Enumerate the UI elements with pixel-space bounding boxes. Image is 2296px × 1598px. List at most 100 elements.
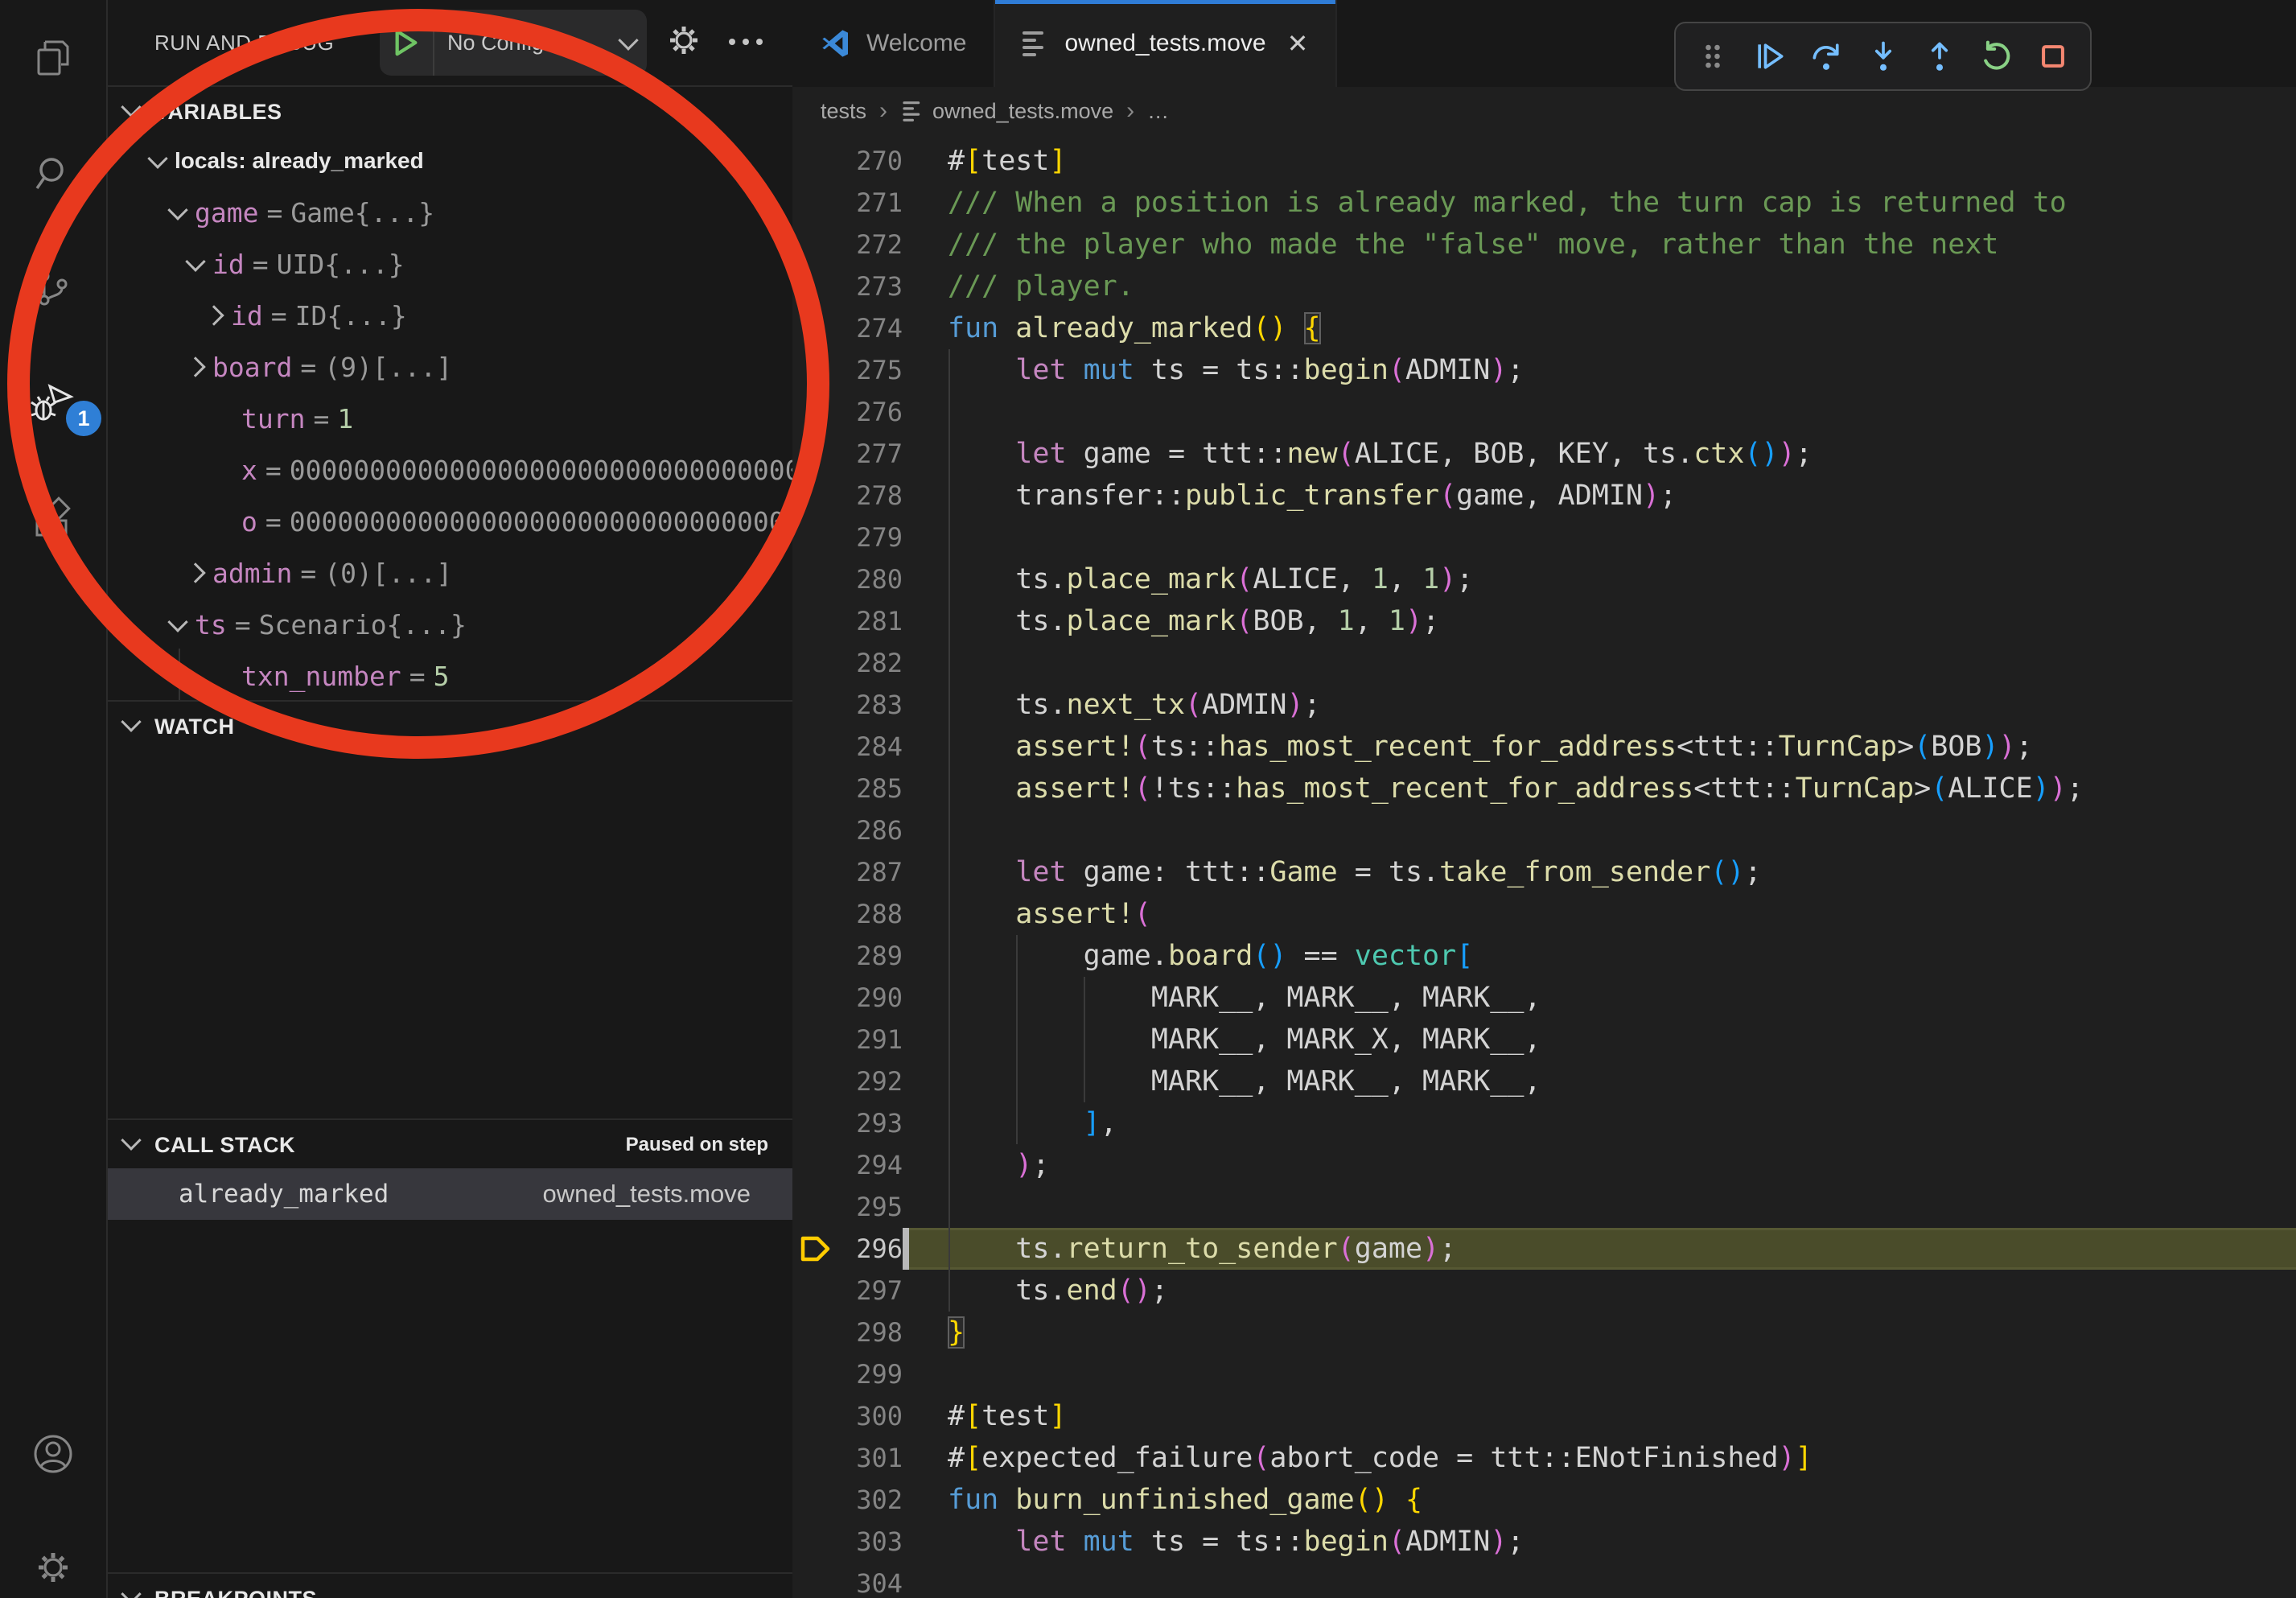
code-line-300[interactable]: 300#[test] [792, 1395, 2296, 1437]
glyph-margin[interactable] [792, 977, 837, 1019]
code-line-290[interactable]: 290 MARK__, MARK__, MARK__, [792, 977, 2296, 1019]
line-number[interactable]: 296 [837, 1228, 903, 1270]
code-line-291[interactable]: 291 MARK__, MARK_X, MARK__, [792, 1019, 2296, 1061]
start-debug-icon[interactable] [380, 10, 434, 76]
code-text[interactable]: /// the player who made the "false" move… [903, 224, 2296, 266]
glyph-margin[interactable] [792, 1186, 837, 1228]
breadcrumb-item-file[interactable]: owned_tests.move [932, 99, 1113, 124]
glyph-margin[interactable] [792, 224, 837, 266]
variable-row[interactable]: x=00000000000000000000000000000000000… [108, 444, 792, 496]
code-line-275[interactable]: 275 let mut ts = ts::begin(ADMIN); [792, 349, 2296, 391]
glyph-margin[interactable] [792, 433, 837, 475]
glyph-margin[interactable] [792, 1270, 837, 1312]
line-number[interactable]: 271 [837, 182, 903, 224]
variable-row[interactable]: id=UID{...} [108, 238, 792, 290]
glyph-margin[interactable] [792, 266, 837, 307]
line-number[interactable]: 283 [837, 684, 903, 726]
step-over-icon[interactable] [1807, 37, 1845, 76]
glyph-margin[interactable] [792, 726, 837, 768]
line-number[interactable]: 304 [837, 1563, 903, 1598]
debug-gear-icon[interactable] [661, 18, 706, 67]
settings-gear-icon[interactable] [31, 1545, 76, 1590]
code-line-281[interactable]: 281 ts.place_mark(BOB, 1, 1); [792, 600, 2296, 642]
code-text[interactable]: #[test] [903, 1395, 2296, 1437]
line-number[interactable]: 277 [837, 433, 903, 475]
glyph-margin[interactable] [792, 768, 837, 809]
glyph-margin[interactable] [792, 642, 837, 684]
continue-icon[interactable] [1751, 37, 1789, 76]
code-text[interactable]: assert!(ts::has_most_recent_for_address<… [903, 726, 2296, 768]
code-text[interactable]: let mut ts = ts::begin(ADMIN); [903, 349, 2296, 391]
code-text[interactable] [903, 391, 2296, 433]
code-line-279[interactable]: 279 [792, 517, 2296, 558]
code-line-285[interactable]: 285 assert!(!ts::has_most_recent_for_add… [792, 768, 2296, 809]
code-text[interactable]: ); [903, 1144, 2296, 1186]
code-line-272[interactable]: 272/// the player who made the "false" m… [792, 224, 2296, 266]
code-line-295[interactable]: 295 [792, 1186, 2296, 1228]
code-line-277[interactable]: 277 let game = ttt::new(ALICE, BOB, KEY,… [792, 433, 2296, 475]
glyph-margin[interactable] [792, 935, 837, 977]
line-number[interactable]: 295 [837, 1186, 903, 1228]
account-icon[interactable] [31, 1431, 76, 1477]
line-number[interactable]: 293 [837, 1102, 903, 1144]
code-line-276[interactable]: 276 [792, 391, 2296, 433]
glyph-margin[interactable] [792, 809, 837, 851]
code-text[interactable]: MARK__, MARK_X, MARK__, [903, 1019, 2296, 1061]
glyph-margin[interactable] [792, 1019, 837, 1061]
line-number[interactable]: 297 [837, 1270, 903, 1312]
code-text[interactable]: let game: ttt::Game = ts.take_from_sende… [903, 851, 2296, 893]
code-text[interactable]: ts.return_to_sender(game); [903, 1228, 2296, 1270]
breadcrumb-item-more[interactable]: … [1147, 99, 1169, 124]
code-line-293[interactable]: 293 ], [792, 1102, 2296, 1144]
line-number[interactable]: 290 [837, 977, 903, 1019]
glyph-margin[interactable] [792, 893, 837, 935]
code-line-286[interactable]: 286 [792, 809, 2296, 851]
code-line-301[interactable]: 301#[expected_failure(abort_code = ttt::… [792, 1437, 2296, 1479]
search-icon[interactable] [31, 151, 76, 196]
variable-row[interactable]: o=00000000000000000000000000000000000. [108, 496, 792, 547]
code-text[interactable]: #[expected_failure(abort_code = ttt::ENo… [903, 1437, 2296, 1479]
line-number[interactable]: 276 [837, 391, 903, 433]
step-out-icon[interactable] [1920, 37, 1959, 76]
extensions-icon[interactable] [31, 496, 76, 542]
glyph-margin[interactable] [792, 558, 837, 600]
code-text[interactable] [903, 1563, 2296, 1598]
code-line-296[interactable]: 296 ts.return_to_sender(game); [792, 1228, 2296, 1270]
code-text[interactable]: ts.place_mark(BOB, 1, 1); [903, 600, 2296, 642]
variable-row[interactable]: admin=(0)[...] [108, 547, 792, 599]
code-editor[interactable]: 270#[test]271/// When a position is alre… [792, 135, 2296, 1598]
line-number[interactable]: 270 [837, 140, 903, 182]
code-text[interactable] [903, 809, 2296, 851]
glyph-margin[interactable] [792, 182, 837, 224]
restart-icon[interactable] [1977, 37, 2015, 76]
line-number[interactable]: 281 [837, 600, 903, 642]
code-text[interactable]: let mut ts = ts::begin(ADMIN); [903, 1521, 2296, 1563]
code-line-303[interactable]: 303 let mut ts = ts::begin(ADMIN); [792, 1521, 2296, 1563]
code-line-289[interactable]: 289 game.board() == vector[ [792, 935, 2296, 977]
line-number[interactable]: 272 [837, 224, 903, 266]
line-number[interactable]: 275 [837, 349, 903, 391]
glyph-margin[interactable] [792, 391, 837, 433]
code-text[interactable]: assert!(!ts::has_most_recent_for_address… [903, 768, 2296, 809]
line-number[interactable]: 301 [837, 1437, 903, 1479]
variable-row[interactable]: game=Game{...} [108, 187, 792, 238]
line-number[interactable]: 278 [837, 475, 903, 517]
code-line-294[interactable]: 294 ); [792, 1144, 2296, 1186]
code-text[interactable]: game.board() == vector[ [903, 935, 2296, 977]
glyph-margin[interactable] [792, 1437, 837, 1479]
tab-owned-tests-move[interactable]: owned_tests.move ✕ [995, 0, 1337, 87]
line-number[interactable]: 273 [837, 266, 903, 307]
glyph-margin[interactable] [792, 1102, 837, 1144]
code-line-298[interactable]: 298} [792, 1312, 2296, 1353]
code-text[interactable]: #[test] [903, 140, 2296, 182]
glyph-margin[interactable] [792, 600, 837, 642]
code-text[interactable]: assert!( [903, 893, 2296, 935]
glyph-margin[interactable] [792, 851, 837, 893]
stop-icon[interactable] [2034, 37, 2072, 76]
glyph-margin[interactable] [792, 1353, 837, 1395]
line-number[interactable]: 291 [837, 1019, 903, 1061]
code-line-292[interactable]: 292 MARK__, MARK__, MARK__, [792, 1061, 2296, 1102]
code-line-302[interactable]: 302fun burn_unfinished_game() { [792, 1479, 2296, 1521]
glyph-margin[interactable] [792, 1061, 837, 1102]
code-text[interactable]: } [903, 1312, 2296, 1353]
